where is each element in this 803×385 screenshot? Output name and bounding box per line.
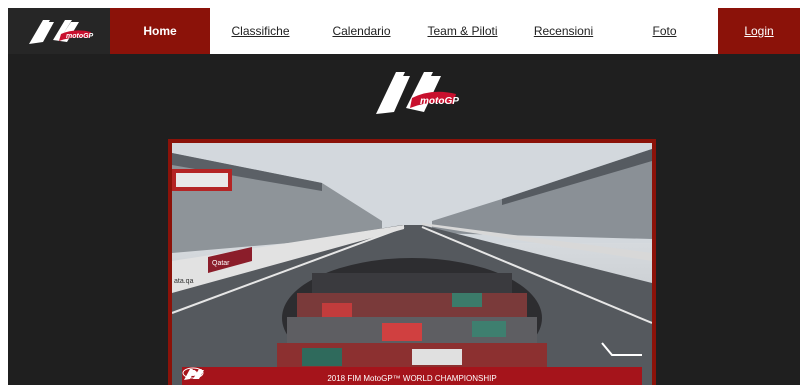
top-nav: motoGP Home Classifiche Calendario Team … — [8, 8, 800, 54]
hero-frame: Qatar ata.qa 2018 FIM MotoGP™ WORLD CHAM… — [168, 139, 656, 385]
hero-banner: 2018 FIM MotoGP™ WORLD CHAMPIONSHIP — [182, 367, 642, 385]
riders-group — [277, 258, 547, 378]
nav-recensioni[interactable]: Recensioni — [513, 8, 614, 54]
signage-url: ata.qa — [174, 278, 194, 285]
nav-home[interactable]: Home — [110, 8, 210, 54]
svg-text:motoGP: motoGP — [66, 33, 94, 40]
svg-text:motoGP: motoGP — [420, 96, 459, 107]
nav-team-piloti[interactable]: Team & Piloti — [412, 8, 513, 54]
banner-text: 2018 FIM MotoGP™ WORLD CHAMPIONSHIP — [327, 373, 497, 383]
nav-logo[interactable]: motoGP — [8, 8, 110, 54]
nav-classifiche[interactable]: Classifiche — [210, 8, 311, 54]
motogp-logo-large-icon: motoGP — [376, 72, 459, 114]
motogp-logo-icon: motoGP — [29, 20, 94, 44]
hero-scene: Qatar ata.qa — [172, 143, 652, 385]
nav-login[interactable]: Login — [718, 8, 800, 54]
nav-calendario[interactable]: Calendario — [311, 8, 412, 54]
nav-foto[interactable]: Foto — [614, 8, 715, 54]
page: motoGP Home Classifiche Calendario Team … — [8, 8, 800, 385]
signage-qatar: Qatar — [212, 260, 230, 267]
hero-image[interactable]: Qatar ata.qa 2018 FIM MotoGP™ WORLD CHAM… — [172, 143, 652, 385]
championship-badge-icon — [182, 367, 204, 379]
